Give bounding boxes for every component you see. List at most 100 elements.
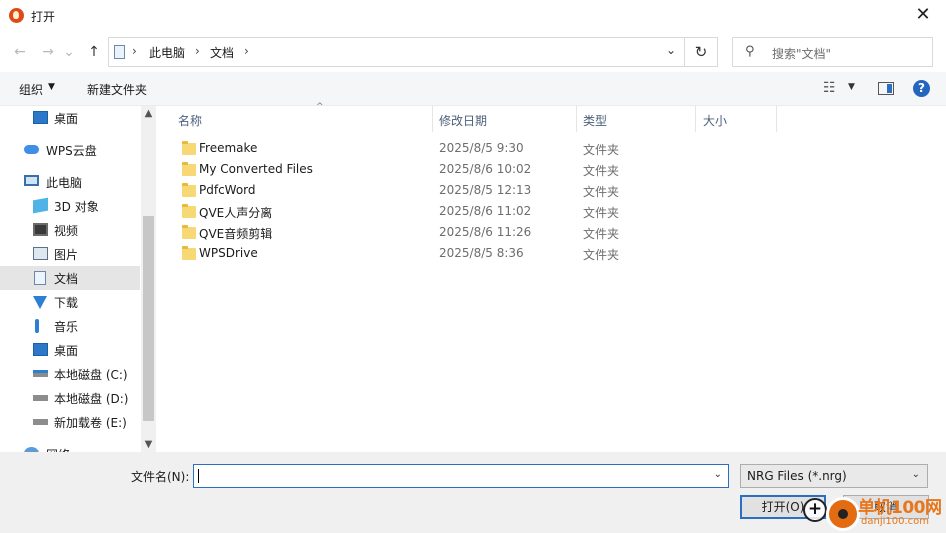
- music-icon: [35, 319, 39, 333]
- sidebar-item-3d-objects[interactable]: 3D 对象: [0, 194, 140, 218]
- column-divider[interactable]: [432, 106, 433, 132]
- column-divider[interactable]: [576, 106, 577, 132]
- column-header-name[interactable]: 名称 ^: [178, 102, 433, 132]
- file-type: 文件夹: [583, 185, 620, 199]
- column-header-date[interactable]: 修改日期: [439, 106, 577, 132]
- column-header-size[interactable]: 大小: [703, 106, 775, 132]
- filename-field[interactable]: ⌄: [193, 464, 729, 488]
- breadcrumb-separator-icon[interactable]: ›: [195, 44, 200, 58]
- scroll-down-icon[interactable]: ▼: [141, 439, 156, 450]
- breadcrumb-documents[interactable]: 文档: [210, 44, 234, 61]
- search-icon: ⚲: [745, 44, 755, 59]
- breadcrumb-separator-icon[interactable]: ›: [132, 44, 137, 58]
- sidebar-item-this-pc[interactable]: 此电脑: [0, 170, 140, 194]
- sidebar-item-downloads[interactable]: 下载: [0, 290, 140, 314]
- file-date: 2025/8/6 10:02: [439, 162, 532, 176]
- sidebar-item-videos[interactable]: 视频: [0, 218, 140, 242]
- sort-ascending-icon: ^: [316, 102, 324, 112]
- table-row[interactable]: WPSDrive 2025/8/5 8:36 文件夹: [160, 244, 780, 265]
- filename-dropdown-chevron-icon[interactable]: ⌄: [714, 469, 722, 480]
- table-row[interactable]: QVE音频剪辑 2025/8/6 11:26 文件夹: [160, 223, 780, 244]
- sidebar-item-pictures[interactable]: 图片: [0, 242, 140, 266]
- breadcrumb-this-pc[interactable]: 此电脑: [149, 44, 185, 61]
- file-name: My Converted Files: [199, 162, 313, 176]
- refresh-button[interactable]: ↻: [685, 37, 718, 67]
- table-row[interactable]: PdfcWord 2025/8/5 12:13 文件夹: [160, 181, 780, 202]
- sidebar-item-label: 此电脑: [46, 176, 83, 190]
- file-type-filter-select[interactable]: NRG Files (*.nrg) ⌄: [740, 464, 928, 488]
- file-name: PdfcWord: [199, 183, 256, 197]
- download-icon: [33, 296, 47, 309]
- close-button[interactable]: ✕: [900, 0, 946, 32]
- search-input[interactable]: ⚲ 搜索"文档": [732, 37, 933, 67]
- help-icon[interactable]: ?: [913, 80, 930, 97]
- folder-icon: [182, 141, 196, 155]
- preview-pane-icon[interactable]: [878, 82, 894, 95]
- scroll-up-icon[interactable]: ▲: [141, 108, 156, 119]
- sidebar-item-wps-cloud[interactable]: WPS云盘: [0, 138, 140, 162]
- title-bar: 打开 ✕: [0, 0, 946, 32]
- filter-dropdown-chevron-icon[interactable]: ⌄: [912, 469, 920, 480]
- file-date: 2025/8/6 11:26: [439, 225, 532, 239]
- address-dropdown-chevron-icon[interactable]: ⌄: [666, 43, 676, 57]
- table-row[interactable]: QVE人声分离 2025/8/6 11:02 文件夹: [160, 202, 780, 223]
- folder-icon: [182, 246, 196, 260]
- scrollbar-thumb[interactable]: [143, 216, 154, 421]
- folder-icon: [182, 162, 196, 176]
- sidebar-item-music[interactable]: 音乐: [0, 314, 140, 338]
- sidebar-item-documents[interactable]: 文档: [0, 266, 140, 290]
- new-folder-button[interactable]: 新建文件夹: [87, 81, 147, 98]
- sidebar-scrollbar[interactable]: ▲ ▼: [141, 106, 156, 452]
- column-header-type[interactable]: 类型: [583, 106, 695, 132]
- file-type: 文件夹: [583, 227, 620, 241]
- file-name: WPSDrive: [199, 246, 258, 260]
- file-type-filter-value: NRG Files (*.nrg): [747, 469, 847, 483]
- view-options-icon[interactable]: ☷: [823, 80, 836, 96]
- watermark-url: danji100.com: [861, 516, 929, 527]
- navigation-pane: 桌面 WPS云盘 此电脑 3D 对象 视频 图片 文档 下载 音乐 桌面 本地磁…: [0, 106, 156, 452]
- breadcrumb-separator-icon[interactable]: ›: [244, 44, 249, 58]
- file-date: 2025/8/5 12:13: [439, 183, 532, 197]
- filename-label: 文件名(N):: [131, 470, 190, 484]
- file-type: 文件夹: [583, 143, 620, 157]
- forward-arrow-icon[interactable]: →: [38, 42, 58, 62]
- organize-button[interactable]: 组织: [19, 81, 43, 98]
- desktop-icon: [33, 343, 48, 356]
- command-toolbar: 组织 ▼ 新建文件夹 ☷ ▼ ?: [0, 72, 946, 106]
- folder-icon: [182, 204, 196, 218]
- up-arrow-icon[interactable]: ↑: [84, 42, 104, 62]
- recent-locations-chevron-icon[interactable]: ⌄: [62, 42, 76, 62]
- sidebar-item-drive-c[interactable]: 本地磁盘 (C:): [0, 362, 140, 386]
- table-row[interactable]: My Converted Files 2025/8/6 10:02 文件夹: [160, 160, 780, 181]
- sidebar-item-desktop[interactable]: 桌面: [0, 106, 140, 130]
- organize-dropdown-icon[interactable]: ▼: [48, 82, 55, 92]
- drive-c-icon: [33, 370, 48, 377]
- sidebar-item-network[interactable]: 网络: [0, 442, 140, 452]
- view-dropdown-icon[interactable]: ▼: [848, 82, 855, 92]
- sidebar-item-label: 视频: [54, 224, 79, 238]
- sidebar-item-label: 下载: [54, 296, 79, 310]
- video-icon: [33, 223, 48, 236]
- desktop-icon: [33, 111, 48, 124]
- search-placeholder: 搜索"文档": [772, 47, 832, 61]
- column-divider[interactable]: [695, 106, 696, 132]
- address-bar[interactable]: › 此电脑 › 文档 › ⌄: [108, 37, 685, 67]
- file-date: 2025/8/5 9:30: [439, 141, 524, 155]
- document-icon: [34, 271, 46, 285]
- drive-icon: [33, 419, 48, 425]
- sidebar-item-drive-e[interactable]: 新加载卷 (E:): [0, 410, 140, 434]
- column-divider[interactable]: [776, 106, 777, 132]
- file-date: 2025/8/5 8:36: [439, 246, 524, 260]
- computer-icon: [24, 175, 39, 186]
- table-row[interactable]: Freemake 2025/8/5 9:30 文件夹: [160, 139, 780, 160]
- file-name: QVE音频剪辑: [199, 227, 273, 241]
- sidebar-item-desktop-2[interactable]: 桌面: [0, 338, 140, 362]
- back-arrow-icon[interactable]: ←: [10, 42, 30, 62]
- folder-icon: [182, 225, 196, 239]
- sidebar-item-drive-d[interactable]: 本地磁盘 (D:): [0, 386, 140, 410]
- sidebar-item-label: WPS云盘: [46, 144, 97, 158]
- cursor-crosshair-icon: +: [803, 498, 827, 522]
- file-name: Freemake: [199, 141, 258, 155]
- sidebar-item-label: 3D 对象: [54, 200, 99, 214]
- drive-icon: [33, 395, 48, 401]
